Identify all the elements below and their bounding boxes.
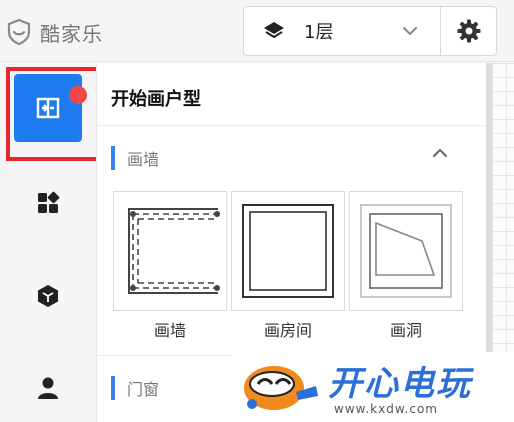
tool-card[interactable] [231, 191, 345, 311]
draw-wall-icon [128, 208, 220, 294]
section-header-wall[interactable]: 画墙 [111, 145, 159, 171]
cube-icon [38, 285, 58, 307]
floorplan-icon [36, 97, 60, 119]
nav-item-models[interactable] [0, 261, 96, 331]
section-marker [111, 376, 115, 400]
top-bar: 酷家乐 1层 [0, 0, 514, 62]
tool-label: 画房间 [263, 321, 312, 340]
tool-card[interactable] [349, 191, 463, 311]
watermark-title: 开心电玩 [328, 364, 472, 404]
nav-item-floorplan-active[interactable] [14, 74, 87, 142]
mascot-logo-icon [244, 366, 318, 410]
layers-icon [264, 22, 284, 38]
brand-name: 酷家乐 [40, 21, 103, 46]
section-marker [111, 146, 115, 170]
tool-label: 画墙 [153, 321, 186, 340]
grid-icon [38, 191, 60, 213]
panel-divider [97, 125, 487, 126]
panel-title: 开始画户型 [111, 89, 201, 110]
notice-badge [69, 86, 87, 104]
brand-logo[interactable]: 酷家乐 [6, 18, 103, 46]
chevron-up-icon[interactable] [431, 147, 449, 159]
tool-draw-room[interactable]: 画房间 [231, 191, 345, 341]
wall-tools: 画墙 画房间 画洞 [113, 191, 463, 341]
user-icon [38, 377, 58, 399]
floor-select-value: 1层 [304, 22, 334, 43]
floor-select[interactable]: 1层 [243, 6, 441, 56]
shield-logo-icon [7, 18, 31, 46]
draw-hole-icon [360, 204, 452, 298]
tool-draw-wall[interactable]: 画墙 [113, 191, 227, 341]
tool-draw-hole[interactable]: 画洞 [349, 191, 463, 341]
watermark-url: www.kxdw.com [334, 402, 438, 416]
watermark: 开心电玩 www.kxdw.com [232, 352, 514, 422]
chevron-down-icon [403, 27, 417, 36]
section-label-wall: 画墙 [127, 150, 160, 169]
section-header-doors-windows[interactable]: 门窗 [111, 375, 159, 401]
settings-button[interactable] [441, 6, 497, 56]
nav-item-catalog[interactable] [0, 168, 96, 238]
nav-item-floorplan[interactable] [0, 73, 96, 143]
nav-item-account[interactable] [0, 353, 96, 422]
tool-label: 画洞 [389, 321, 422, 340]
section-label-doors-windows: 门窗 [127, 380, 160, 399]
gear-icon [457, 19, 480, 43]
tool-card[interactable] [113, 191, 227, 311]
draw-room-icon [242, 204, 334, 298]
left-nav [0, 63, 96, 422]
